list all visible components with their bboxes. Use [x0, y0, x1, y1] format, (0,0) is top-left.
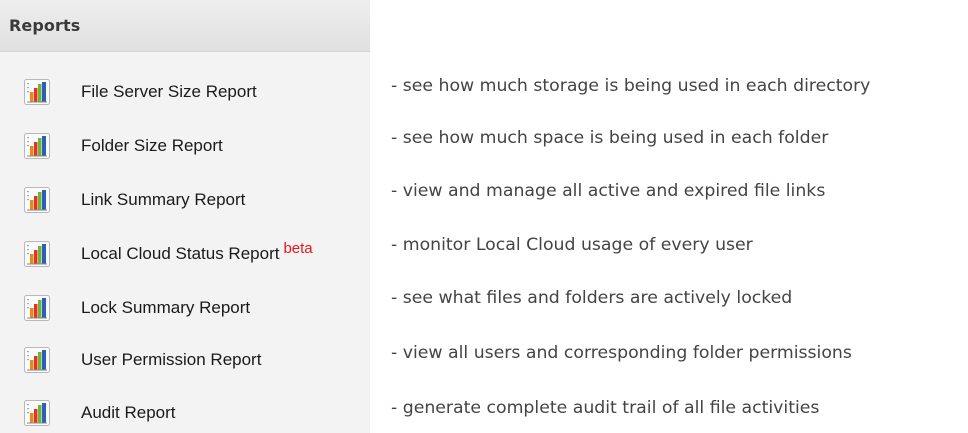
report-description: - see how much space is being used in ea…	[391, 128, 829, 148]
report-label: File Server Size Report	[81, 82, 257, 101]
bar-chart-icon	[24, 295, 50, 321]
report-item-user-permission[interactable]: User Permission Report	[0, 340, 370, 380]
report-label: Local Cloud Status Report beta	[81, 240, 313, 264]
panel-title: Reports	[9, 16, 81, 35]
report-item-folder-size[interactable]: Folder Size Report	[0, 126, 370, 166]
bar-chart-icon	[24, 133, 50, 159]
report-label: User Permission Report	[81, 350, 262, 369]
panel-header: Reports	[0, 0, 370, 52]
report-item-file-server-size[interactable]: File Server Size Report	[0, 72, 370, 112]
report-label: Lock Summary Report	[81, 298, 251, 317]
report-item-audit[interactable]: Audit Report	[0, 393, 370, 433]
report-description: - monitor Local Cloud usage of every use…	[391, 235, 753, 255]
report-description: - see what files and folders are activel…	[391, 288, 793, 308]
bar-chart-icon	[24, 347, 50, 373]
report-label-text: Local Cloud Status Report	[81, 244, 280, 263]
report-label: Audit Report	[81, 403, 176, 422]
report-description: - see how much storage is being used in …	[391, 76, 871, 96]
bar-chart-icon	[24, 241, 50, 267]
beta-badge: beta	[283, 240, 313, 257]
report-item-link-summary[interactable]: Link Summary Report	[0, 180, 370, 220]
report-item-local-cloud-status[interactable]: Local Cloud Status Report beta	[0, 234, 370, 274]
report-description: - generate complete audit trail of all f…	[391, 398, 820, 418]
report-description: - view and manage all active and expired…	[391, 181, 826, 201]
bar-chart-icon	[24, 79, 50, 105]
bar-chart-icon	[24, 400, 50, 426]
report-description: - view all users and corresponding folde…	[391, 343, 852, 363]
report-item-lock-summary[interactable]: Lock Summary Report	[0, 288, 370, 328]
report-label: Folder Size Report	[81, 136, 223, 155]
bar-chart-icon	[24, 187, 50, 213]
report-label: Link Summary Report	[81, 190, 246, 209]
